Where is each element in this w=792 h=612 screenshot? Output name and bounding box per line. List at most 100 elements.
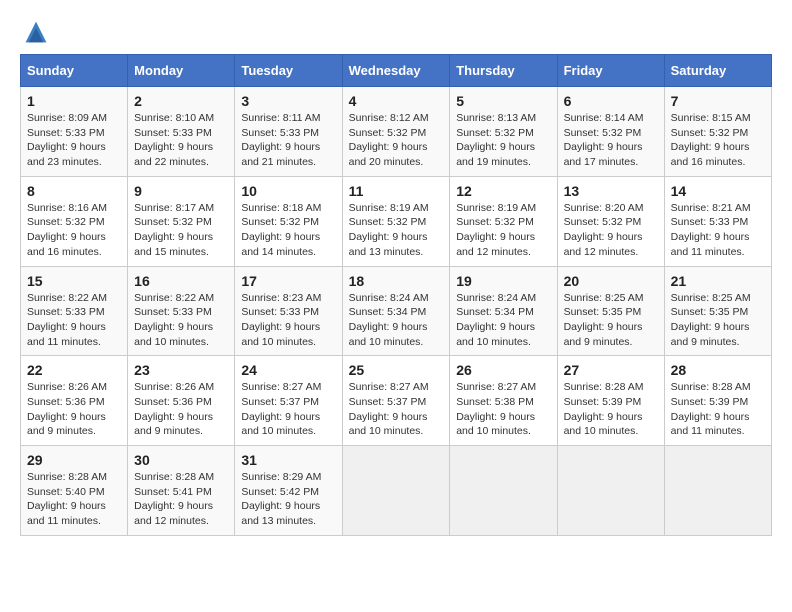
day-number: 10: [241, 183, 335, 199]
day-number: 27: [564, 362, 658, 378]
calendar-cell: 19 Sunrise: 8:24 AMSunset: 5:34 PMDaylig…: [450, 266, 557, 356]
day-info: Sunrise: 8:19 AMSunset: 5:32 PMDaylight:…: [456, 202, 536, 258]
calendar-cell: 26 Sunrise: 8:27 AMSunset: 5:38 PMDaylig…: [450, 356, 557, 446]
calendar-cell: 3 Sunrise: 8:11 AMSunset: 5:33 PMDayligh…: [235, 87, 342, 177]
day-info: Sunrise: 8:27 AMSunset: 5:38 PMDaylight:…: [456, 381, 536, 437]
day-number: 5: [456, 93, 550, 109]
day-info: Sunrise: 8:12 AMSunset: 5:32 PMDaylight:…: [349, 112, 429, 168]
day-number: 29: [27, 452, 121, 468]
calendar-cell: 20 Sunrise: 8:25 AMSunset: 5:35 PMDaylig…: [557, 266, 664, 356]
day-number: 20: [564, 273, 658, 289]
calendar-cell: 23 Sunrise: 8:26 AMSunset: 5:36 PMDaylig…: [128, 356, 235, 446]
day-number: 19: [456, 273, 550, 289]
calendar-cell: 5 Sunrise: 8:13 AMSunset: 5:32 PMDayligh…: [450, 87, 557, 177]
day-info: Sunrise: 8:19 AMSunset: 5:32 PMDaylight:…: [349, 202, 429, 258]
calendar-week-1: 1 Sunrise: 8:09 AMSunset: 5:33 PMDayligh…: [21, 87, 772, 177]
day-info: Sunrise: 8:11 AMSunset: 5:33 PMDaylight:…: [241, 112, 320, 168]
calendar-cell: 14 Sunrise: 8:21 AMSunset: 5:33 PMDaylig…: [664, 176, 771, 266]
calendar-cell: 17 Sunrise: 8:23 AMSunset: 5:33 PMDaylig…: [235, 266, 342, 356]
day-number: 2: [134, 93, 228, 109]
day-info: Sunrise: 8:29 AMSunset: 5:42 PMDaylight:…: [241, 471, 321, 527]
day-info: Sunrise: 8:27 AMSunset: 5:37 PMDaylight:…: [349, 381, 429, 437]
calendar-cell: 6 Sunrise: 8:14 AMSunset: 5:32 PMDayligh…: [557, 87, 664, 177]
day-number: 23: [134, 362, 228, 378]
day-header-wednesday: Wednesday: [342, 55, 450, 87]
day-number: 9: [134, 183, 228, 199]
day-number: 7: [671, 93, 765, 109]
calendar-cell: 9 Sunrise: 8:17 AMSunset: 5:32 PMDayligh…: [128, 176, 235, 266]
calendar-cell: [557, 446, 664, 536]
logo-icon: [24, 20, 48, 44]
calendar-cell: 10 Sunrise: 8:18 AMSunset: 5:32 PMDaylig…: [235, 176, 342, 266]
calendar-cell: 15 Sunrise: 8:22 AMSunset: 5:33 PMDaylig…: [21, 266, 128, 356]
day-number: 6: [564, 93, 658, 109]
day-number: 16: [134, 273, 228, 289]
day-header-friday: Friday: [557, 55, 664, 87]
calendar-header-row: SundayMondayTuesdayWednesdayThursdayFrid…: [21, 55, 772, 87]
day-number: 22: [27, 362, 121, 378]
day-info: Sunrise: 8:23 AMSunset: 5:33 PMDaylight:…: [241, 292, 321, 348]
day-number: 28: [671, 362, 765, 378]
day-info: Sunrise: 8:21 AMSunset: 5:33 PMDaylight:…: [671, 202, 751, 258]
day-number: 15: [27, 273, 121, 289]
calendar-cell: 27 Sunrise: 8:28 AMSunset: 5:39 PMDaylig…: [557, 356, 664, 446]
calendar-cell: 22 Sunrise: 8:26 AMSunset: 5:36 PMDaylig…: [21, 356, 128, 446]
calendar-cell: 16 Sunrise: 8:22 AMSunset: 5:33 PMDaylig…: [128, 266, 235, 356]
day-info: Sunrise: 8:25 AMSunset: 5:35 PMDaylight:…: [564, 292, 644, 348]
calendar-cell: 8 Sunrise: 8:16 AMSunset: 5:32 PMDayligh…: [21, 176, 128, 266]
day-number: 25: [349, 362, 444, 378]
calendar-cell: 13 Sunrise: 8:20 AMSunset: 5:32 PMDaylig…: [557, 176, 664, 266]
day-info: Sunrise: 8:15 AMSunset: 5:32 PMDaylight:…: [671, 112, 751, 168]
day-header-saturday: Saturday: [664, 55, 771, 87]
calendar-cell: 12 Sunrise: 8:19 AMSunset: 5:32 PMDaylig…: [450, 176, 557, 266]
calendar-week-4: 22 Sunrise: 8:26 AMSunset: 5:36 PMDaylig…: [21, 356, 772, 446]
page-header: [20, 20, 772, 44]
day-number: 26: [456, 362, 550, 378]
day-info: Sunrise: 8:28 AMSunset: 5:39 PMDaylight:…: [671, 381, 751, 437]
day-info: Sunrise: 8:26 AMSunset: 5:36 PMDaylight:…: [27, 381, 107, 437]
day-info: Sunrise: 8:18 AMSunset: 5:32 PMDaylight:…: [241, 202, 321, 258]
calendar-cell: [450, 446, 557, 536]
day-info: Sunrise: 8:28 AMSunset: 5:40 PMDaylight:…: [27, 471, 107, 527]
day-number: 18: [349, 273, 444, 289]
calendar-cell: 11 Sunrise: 8:19 AMSunset: 5:32 PMDaylig…: [342, 176, 450, 266]
day-info: Sunrise: 8:14 AMSunset: 5:32 PMDaylight:…: [564, 112, 644, 168]
calendar-cell: 31 Sunrise: 8:29 AMSunset: 5:42 PMDaylig…: [235, 446, 342, 536]
calendar-cell: 1 Sunrise: 8:09 AMSunset: 5:33 PMDayligh…: [21, 87, 128, 177]
day-header-thursday: Thursday: [450, 55, 557, 87]
day-header-tuesday: Tuesday: [235, 55, 342, 87]
calendar-cell: [342, 446, 450, 536]
calendar-table: SundayMondayTuesdayWednesdayThursdayFrid…: [20, 54, 772, 536]
calendar-cell: 24 Sunrise: 8:27 AMSunset: 5:37 PMDaylig…: [235, 356, 342, 446]
calendar-cell: 29 Sunrise: 8:28 AMSunset: 5:40 PMDaylig…: [21, 446, 128, 536]
day-number: 12: [456, 183, 550, 199]
day-number: 4: [349, 93, 444, 109]
day-info: Sunrise: 8:22 AMSunset: 5:33 PMDaylight:…: [27, 292, 107, 348]
calendar-cell: [664, 446, 771, 536]
day-info: Sunrise: 8:28 AMSunset: 5:39 PMDaylight:…: [564, 381, 644, 437]
day-header-sunday: Sunday: [21, 55, 128, 87]
logo: [20, 20, 48, 44]
calendar-cell: 2 Sunrise: 8:10 AMSunset: 5:33 PMDayligh…: [128, 87, 235, 177]
calendar-cell: 4 Sunrise: 8:12 AMSunset: 5:32 PMDayligh…: [342, 87, 450, 177]
calendar-cell: 18 Sunrise: 8:24 AMSunset: 5:34 PMDaylig…: [342, 266, 450, 356]
day-header-monday: Monday: [128, 55, 235, 87]
day-info: Sunrise: 8:25 AMSunset: 5:35 PMDaylight:…: [671, 292, 751, 348]
day-number: 13: [564, 183, 658, 199]
day-number: 30: [134, 452, 228, 468]
calendar-cell: 30 Sunrise: 8:28 AMSunset: 5:41 PMDaylig…: [128, 446, 235, 536]
day-number: 14: [671, 183, 765, 199]
day-info: Sunrise: 8:13 AMSunset: 5:32 PMDaylight:…: [456, 112, 536, 168]
day-number: 24: [241, 362, 335, 378]
day-info: Sunrise: 8:26 AMSunset: 5:36 PMDaylight:…: [134, 381, 214, 437]
day-info: Sunrise: 8:22 AMSunset: 5:33 PMDaylight:…: [134, 292, 214, 348]
day-info: Sunrise: 8:17 AMSunset: 5:32 PMDaylight:…: [134, 202, 214, 258]
calendar-cell: 28 Sunrise: 8:28 AMSunset: 5:39 PMDaylig…: [664, 356, 771, 446]
day-info: Sunrise: 8:28 AMSunset: 5:41 PMDaylight:…: [134, 471, 214, 527]
day-number: 21: [671, 273, 765, 289]
day-number: 11: [349, 183, 444, 199]
day-info: Sunrise: 8:09 AMSunset: 5:33 PMDaylight:…: [27, 112, 107, 168]
day-info: Sunrise: 8:20 AMSunset: 5:32 PMDaylight:…: [564, 202, 644, 258]
day-info: Sunrise: 8:10 AMSunset: 5:33 PMDaylight:…: [134, 112, 214, 168]
calendar-week-2: 8 Sunrise: 8:16 AMSunset: 5:32 PMDayligh…: [21, 176, 772, 266]
